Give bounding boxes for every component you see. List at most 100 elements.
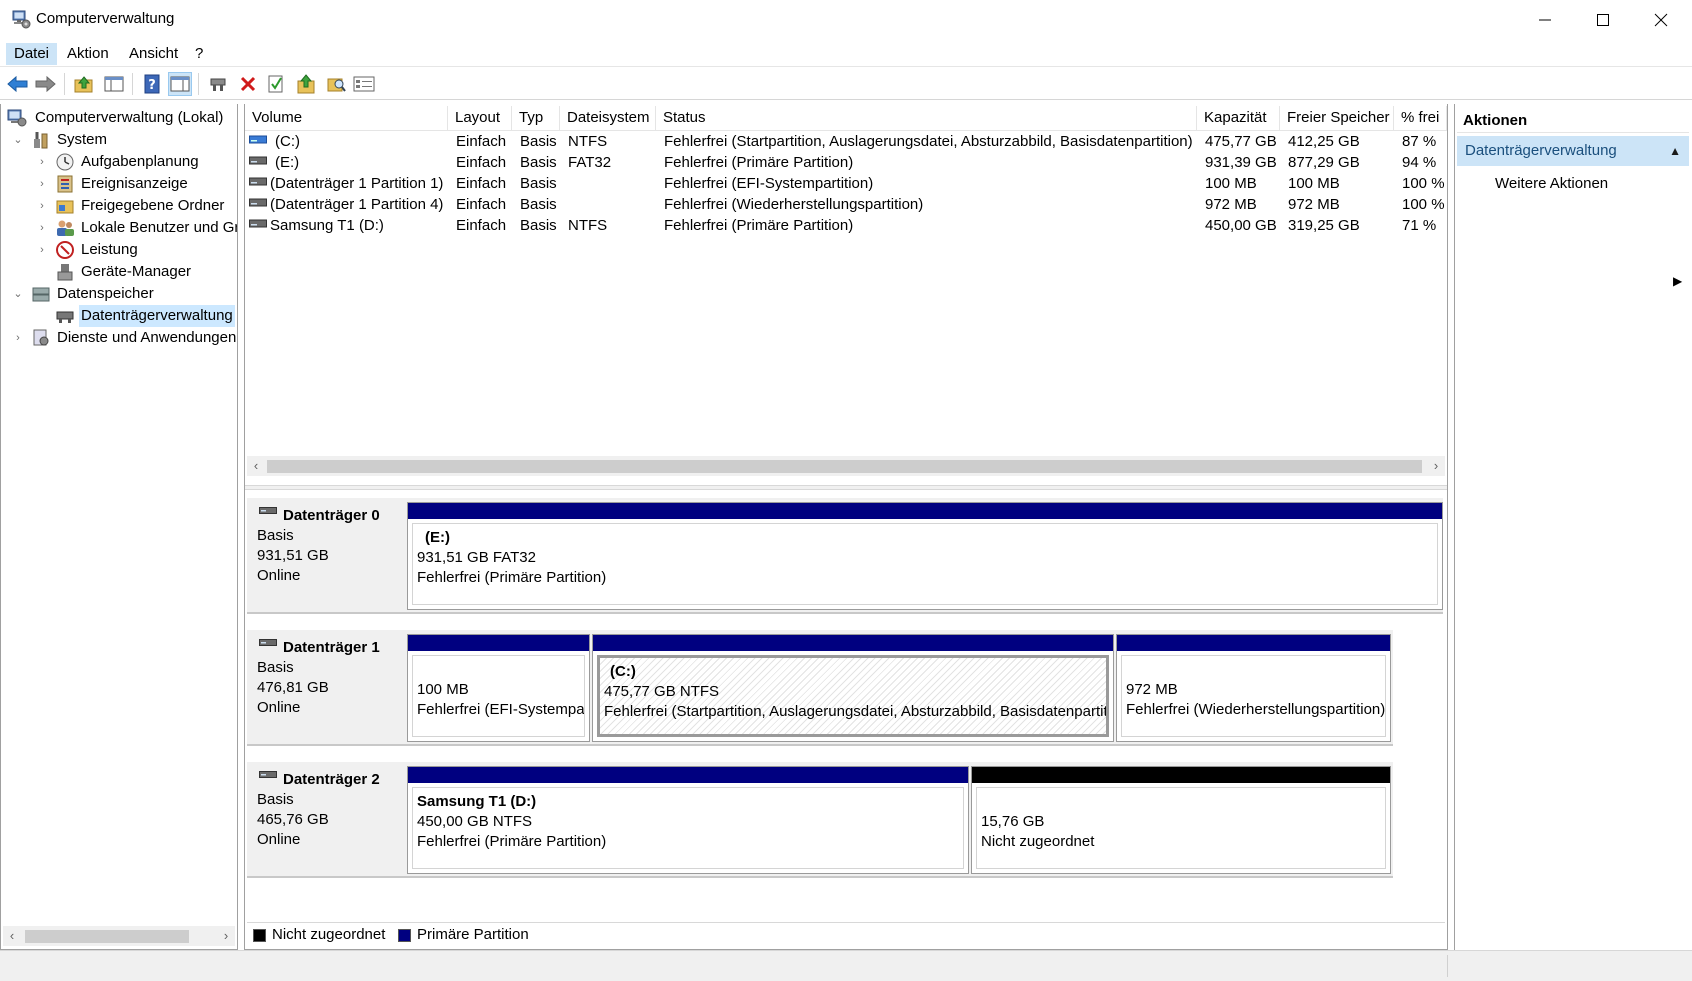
volume-icon xyxy=(249,219,267,228)
collapse-icon[interactable]: ▲ xyxy=(1669,136,1681,166)
partition-efi[interactable]: 100 MB Fehlerfrei (EFI-Systempartition) xyxy=(407,634,590,742)
chevron-down-icon[interactable]: ⌄ xyxy=(11,283,25,305)
tree-horizontal-scrollbar[interactable]: ‹ › xyxy=(3,926,235,946)
disk-0-strip: (E:) 931,51 GB FAT32 Fehlerfrei (Primäre… xyxy=(405,498,1443,614)
chevron-right-icon[interactable]: › xyxy=(35,151,49,173)
console-tree-button[interactable] xyxy=(102,72,126,96)
volume-list-horizontal-scrollbar[interactable]: ‹ › xyxy=(247,456,1445,476)
disk-icon xyxy=(259,507,277,514)
disk-2-strip: Samsung T1 (D:) 450,00 GB NTFS Fehlerfre… xyxy=(405,762,1393,878)
chevron-right-icon[interactable]: › xyxy=(35,173,49,195)
column-header-layout[interactable]: Layout xyxy=(448,106,512,130)
chevron-right-icon[interactable]: › xyxy=(11,327,25,349)
up-folder-icon xyxy=(74,76,93,93)
table-row[interactable]: (Datenträger 1 Partition 4) xyxy=(270,194,443,215)
chevron-right-icon[interactable]: › xyxy=(35,239,49,261)
column-header-kapazitaet[interactable]: Kapazität xyxy=(1197,106,1280,130)
mmc-view-icon xyxy=(170,76,190,92)
services-icon xyxy=(33,329,49,346)
column-header-prozent-frei[interactable]: % frei xyxy=(1394,106,1447,130)
minimize-button[interactable] xyxy=(1516,0,1574,40)
connect-button[interactable] xyxy=(206,72,230,96)
volume-list: Volume Layout Typ Dateisystem Status Kap… xyxy=(245,104,1447,490)
delete-icon xyxy=(240,76,256,92)
menu-help[interactable]: ? xyxy=(187,43,211,65)
connect-icon xyxy=(210,78,226,91)
maximize-button[interactable] xyxy=(1574,0,1632,40)
status-bar xyxy=(0,950,1692,981)
export-button[interactable] xyxy=(294,72,318,96)
disk-management-icon xyxy=(56,311,74,323)
unallocated-space[interactable]: 15,76 GB Nicht zugeordnet xyxy=(971,766,1391,874)
svg-text:?: ? xyxy=(148,78,156,93)
disk-0-info[interactable]: Datenträger 0 Basis 931,51 GB Online xyxy=(247,498,405,614)
scrollbar-thumb[interactable] xyxy=(267,460,1422,473)
disk-1-name: Datenträger 1 xyxy=(283,639,380,656)
menu-ansicht[interactable]: Ansicht xyxy=(121,43,186,65)
properties-button[interactable] xyxy=(352,72,376,96)
checklist-icon xyxy=(268,75,283,93)
submenu-arrow-icon[interactable]: ▶ xyxy=(1673,274,1682,288)
check-button[interactable] xyxy=(264,72,288,96)
scroll-left-icon[interactable]: ‹ xyxy=(3,926,21,946)
scrollbar-thumb[interactable] xyxy=(25,930,189,943)
partition-d[interactable]: Samsung T1 (D:) 450,00 GB NTFS Fehlerfre… xyxy=(407,766,969,874)
volume-icon xyxy=(249,156,267,165)
users-icon xyxy=(57,220,74,236)
task-scheduler-icon xyxy=(56,153,74,171)
column-header-dateisystem[interactable]: Dateisystem xyxy=(560,106,656,130)
disk-1-type: Basis xyxy=(257,659,294,676)
disk-1-state: Online xyxy=(257,699,301,716)
action-weitere-aktionen[interactable]: Weitere Aktionen xyxy=(1495,172,1608,196)
forward-button[interactable] xyxy=(33,72,57,96)
delete-button[interactable] xyxy=(236,72,260,96)
search-button[interactable] xyxy=(324,72,348,96)
console-tree: Computerverwaltung (Lokal) ⌄ System › Au… xyxy=(0,104,238,950)
scroll-right-icon[interactable]: › xyxy=(1427,456,1445,476)
table-row[interactable]: (C:) xyxy=(275,131,300,152)
help-icon: ? xyxy=(144,74,160,94)
scroll-right-icon[interactable]: › xyxy=(217,926,235,946)
disk-2-name: Datenträger 2 xyxy=(283,771,380,788)
properties-icon xyxy=(353,76,375,92)
disk-0-state: Online xyxy=(257,567,301,584)
performance-icon xyxy=(56,241,74,259)
device-manager-icon xyxy=(57,264,73,281)
chevron-right-icon[interactable]: › xyxy=(35,195,49,217)
disk-0-size: 931,51 GB xyxy=(257,547,329,564)
menu-datei[interactable]: Datei xyxy=(6,43,58,65)
back-button[interactable] xyxy=(6,72,30,96)
system-tools-icon xyxy=(34,132,48,149)
table-row[interactable]: Samsung T1 (D:) xyxy=(270,215,384,236)
legend-swatch-unallocated xyxy=(253,929,266,942)
partition-c[interactable]: (C:) 475,77 GB NTFS Fehlerfrei (Startpar… xyxy=(592,634,1114,742)
partition-e[interactable]: (E:) 931,51 GB FAT32 Fehlerfrei (Primäre… xyxy=(407,502,1443,610)
disk-1-size: 476,81 GB xyxy=(257,679,329,696)
action-group-datentraegerverwaltung[interactable]: Datenträgerverwaltung ▲ xyxy=(1457,136,1689,166)
disk-2-info[interactable]: Datenträger 2 Basis 465,76 GB Online xyxy=(247,762,405,878)
table-row[interactable]: (E:) xyxy=(275,152,299,173)
close-button[interactable] xyxy=(1632,0,1690,40)
disk-icon xyxy=(259,771,277,778)
column-header-typ[interactable]: Typ xyxy=(512,106,560,130)
disk-1-info[interactable]: Datenträger 1 Basis 476,81 GB Online xyxy=(247,630,405,746)
disk-1-strip: 100 MB Fehlerfrei (EFI-Systempartition) … xyxy=(405,630,1393,746)
menu-aktion[interactable]: Aktion xyxy=(59,43,117,65)
table-row[interactable]: (Datenträger 1 Partition 1) xyxy=(270,173,443,194)
volume-icon xyxy=(249,135,267,144)
column-header-freier-speicher[interactable]: Freier Speicher xyxy=(1280,106,1394,130)
partition-recovery[interactable]: 972 MB Fehlerfrei (Wiederherstellungspar… xyxy=(1116,634,1391,742)
column-header-status[interactable]: Status xyxy=(656,106,1197,130)
forward-arrow-icon xyxy=(35,75,56,93)
column-header-volume[interactable]: Volume xyxy=(245,106,448,130)
minimize-icon xyxy=(1539,19,1551,21)
chevron-down-icon[interactable]: ⌄ xyxy=(11,129,25,151)
mmc-view-button[interactable] xyxy=(168,72,192,96)
folder-up-icon xyxy=(297,74,315,94)
up-button[interactable] xyxy=(72,72,96,96)
actions-pane: Aktionen Datenträgerverwaltung ▲ Weitere… xyxy=(1454,104,1692,950)
volume-icon xyxy=(249,177,267,186)
chevron-right-icon[interactable]: › xyxy=(35,217,49,239)
scroll-left-icon[interactable]: ‹ xyxy=(247,456,265,476)
help-button[interactable]: ? xyxy=(140,72,164,96)
